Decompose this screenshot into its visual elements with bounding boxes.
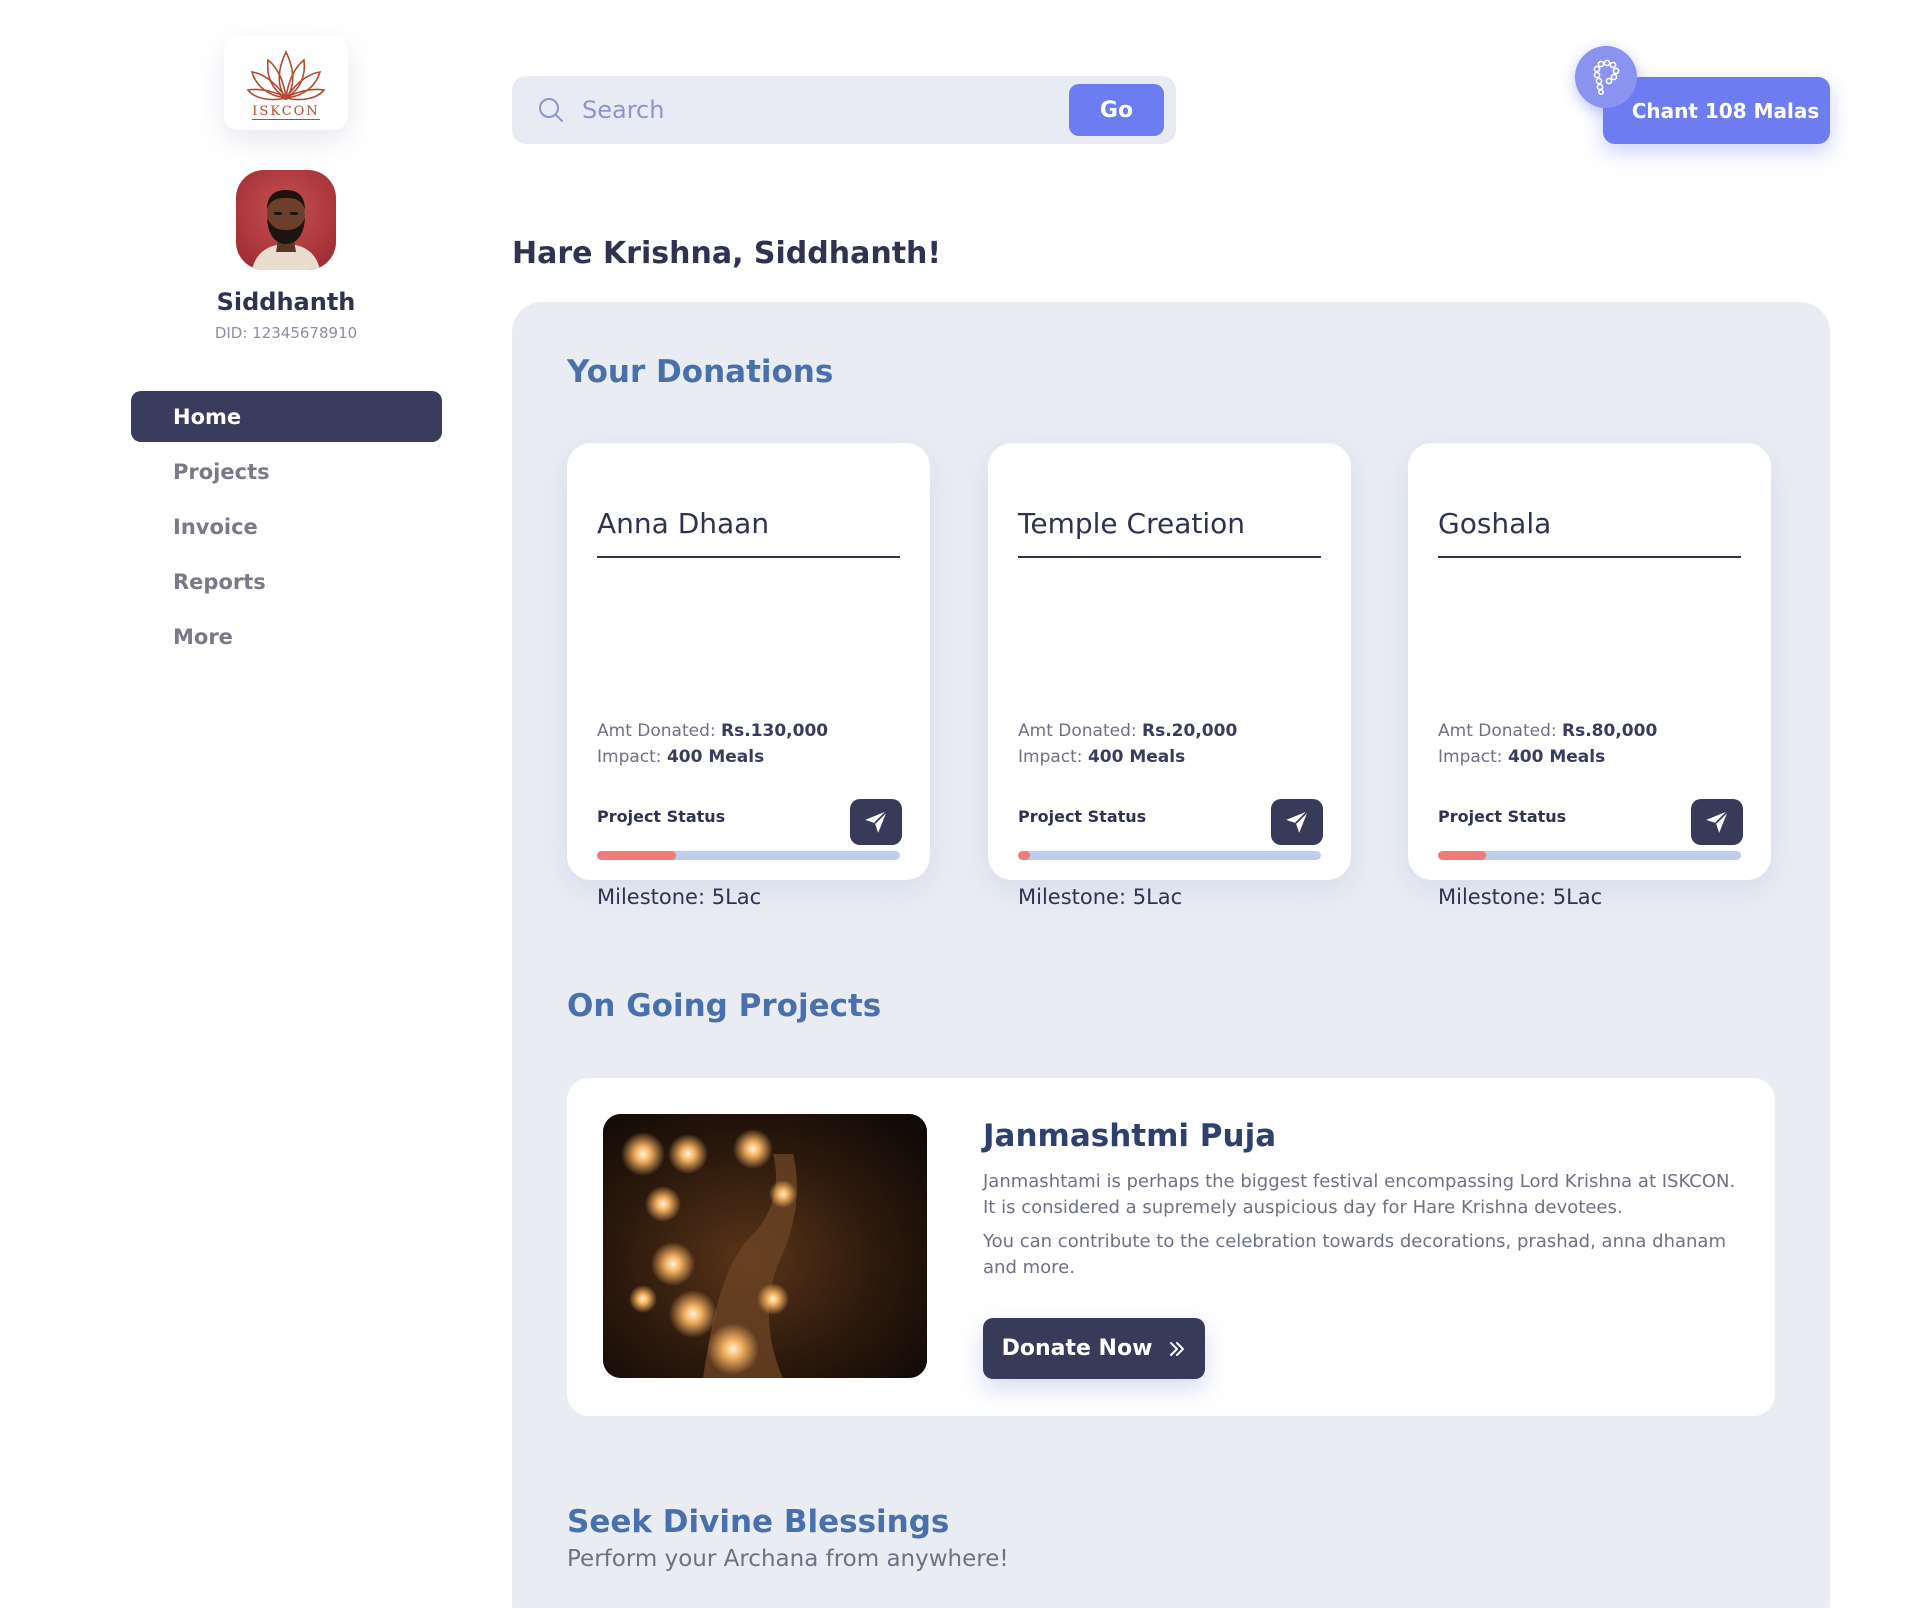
impact: Impact: 400 Meals — [597, 747, 765, 767]
mala-beads-icon[interactable] — [1575, 46, 1637, 108]
sidebar: ISKCON Siddhanth DID: 12345678910 Home P… — [0, 0, 470, 1608]
project-image[interactable] — [603, 1114, 927, 1378]
card-divider — [1438, 556, 1741, 558]
milestone: Milestone: 5Lac — [1018, 885, 1183, 909]
donate-now-button[interactable]: Donate Now — [983, 1318, 1205, 1379]
card-title: Goshala — [1438, 507, 1552, 540]
avatar[interactable] — [236, 170, 336, 270]
search-input[interactable] — [582, 88, 962, 132]
amount-donated: Amt Donated: Rs.20,000 — [1018, 721, 1238, 741]
card-title: Anna Dhaan — [597, 507, 770, 540]
progress-fill — [1018, 851, 1031, 860]
user-did: DID: 12345678910 — [214, 324, 358, 342]
project-card: Janmashtmi Puja Janmashtami is perhaps t… — [567, 1078, 1775, 1416]
donation-card[interactable]: Temple Creation Amt Donated: Rs.20,000 I… — [988, 443, 1351, 909]
milestone: Milestone: 5Lac — [1438, 885, 1603, 909]
sidebar-item-invoice[interactable]: Invoice — [131, 501, 442, 552]
go-button[interactable]: Go — [1069, 84, 1164, 136]
donate-now-label: Donate Now — [1001, 1336, 1153, 1361]
milestone: Milestone: 5Lac — [597, 885, 762, 909]
donation-card[interactable]: Anna Dhaan Amt Donated: Rs.130,000 Impac… — [567, 443, 930, 909]
project-title: Janmashtmi Puja — [983, 1118, 1277, 1154]
send-button[interactable] — [1691, 799, 1743, 845]
project-status-label: Project Status — [1018, 807, 1147, 826]
send-icon — [1706, 810, 1729, 833]
sidebar-item-more[interactable]: More — [131, 611, 442, 662]
donations-title: Your Donations — [567, 354, 834, 390]
sidebar-item-projects[interactable]: Projects — [131, 446, 442, 497]
progress-bar — [1018, 851, 1321, 860]
search-bar: Go — [512, 76, 1176, 144]
impact: Impact: 400 Meals — [1018, 747, 1186, 767]
card-divider — [597, 556, 900, 558]
card-title: Temple Creation — [1018, 507, 1245, 540]
send-icon — [865, 810, 888, 833]
sidebar-item-reports[interactable]: Reports — [131, 556, 442, 607]
card-divider — [1018, 556, 1321, 558]
send-button[interactable] — [850, 799, 902, 845]
amount-donated: Amt Donated: Rs.130,000 — [597, 721, 829, 741]
lotus-icon — [246, 50, 326, 101]
progress-fill — [597, 851, 676, 860]
search-icon — [539, 98, 563, 122]
progress-bar — [597, 851, 900, 860]
logo-text: ISKCON — [252, 104, 320, 120]
project-description: Janmashtami is perhaps the biggest festi… — [983, 1171, 1736, 1218]
send-button[interactable] — [1271, 799, 1323, 845]
blessings-title: Seek Divine Blessings — [567, 1504, 950, 1540]
double-chevron-right-icon — [1170, 1341, 1185, 1356]
chant-malas-button[interactable]: Chant 108 Malas — [1603, 77, 1830, 144]
blessings-subtitle: Perform your Archana from anywhere! — [567, 1546, 1009, 1572]
donation-card[interactable]: Goshala Amt Donated: Rs.80,000 Impact: 4… — [1408, 443, 1771, 909]
progress-bar — [1438, 851, 1741, 860]
sidebar-nav: Home Projects Invoice Reports More — [131, 391, 442, 666]
user-name: Siddhanth — [216, 288, 356, 316]
impact: Impact: 400 Meals — [1438, 747, 1606, 767]
main-panel: Your Donations Anna Dhaan Amt Donated: R… — [512, 302, 1830, 1608]
iskcon-logo[interactable]: ISKCON — [224, 36, 348, 130]
project-description-2: You can contribute to the celebration to… — [983, 1231, 1726, 1278]
greeting: Hare Krishna, Siddhanth! — [512, 236, 942, 271]
sidebar-item-home[interactable]: Home — [131, 391, 442, 442]
ongoing-projects-title: On Going Projects — [567, 988, 882, 1024]
send-icon — [1286, 810, 1309, 833]
project-status-label: Project Status — [597, 807, 726, 826]
amount-donated: Amt Donated: Rs.80,000 — [1438, 721, 1658, 741]
project-status-label: Project Status — [1438, 807, 1567, 826]
progress-fill — [1438, 851, 1487, 860]
